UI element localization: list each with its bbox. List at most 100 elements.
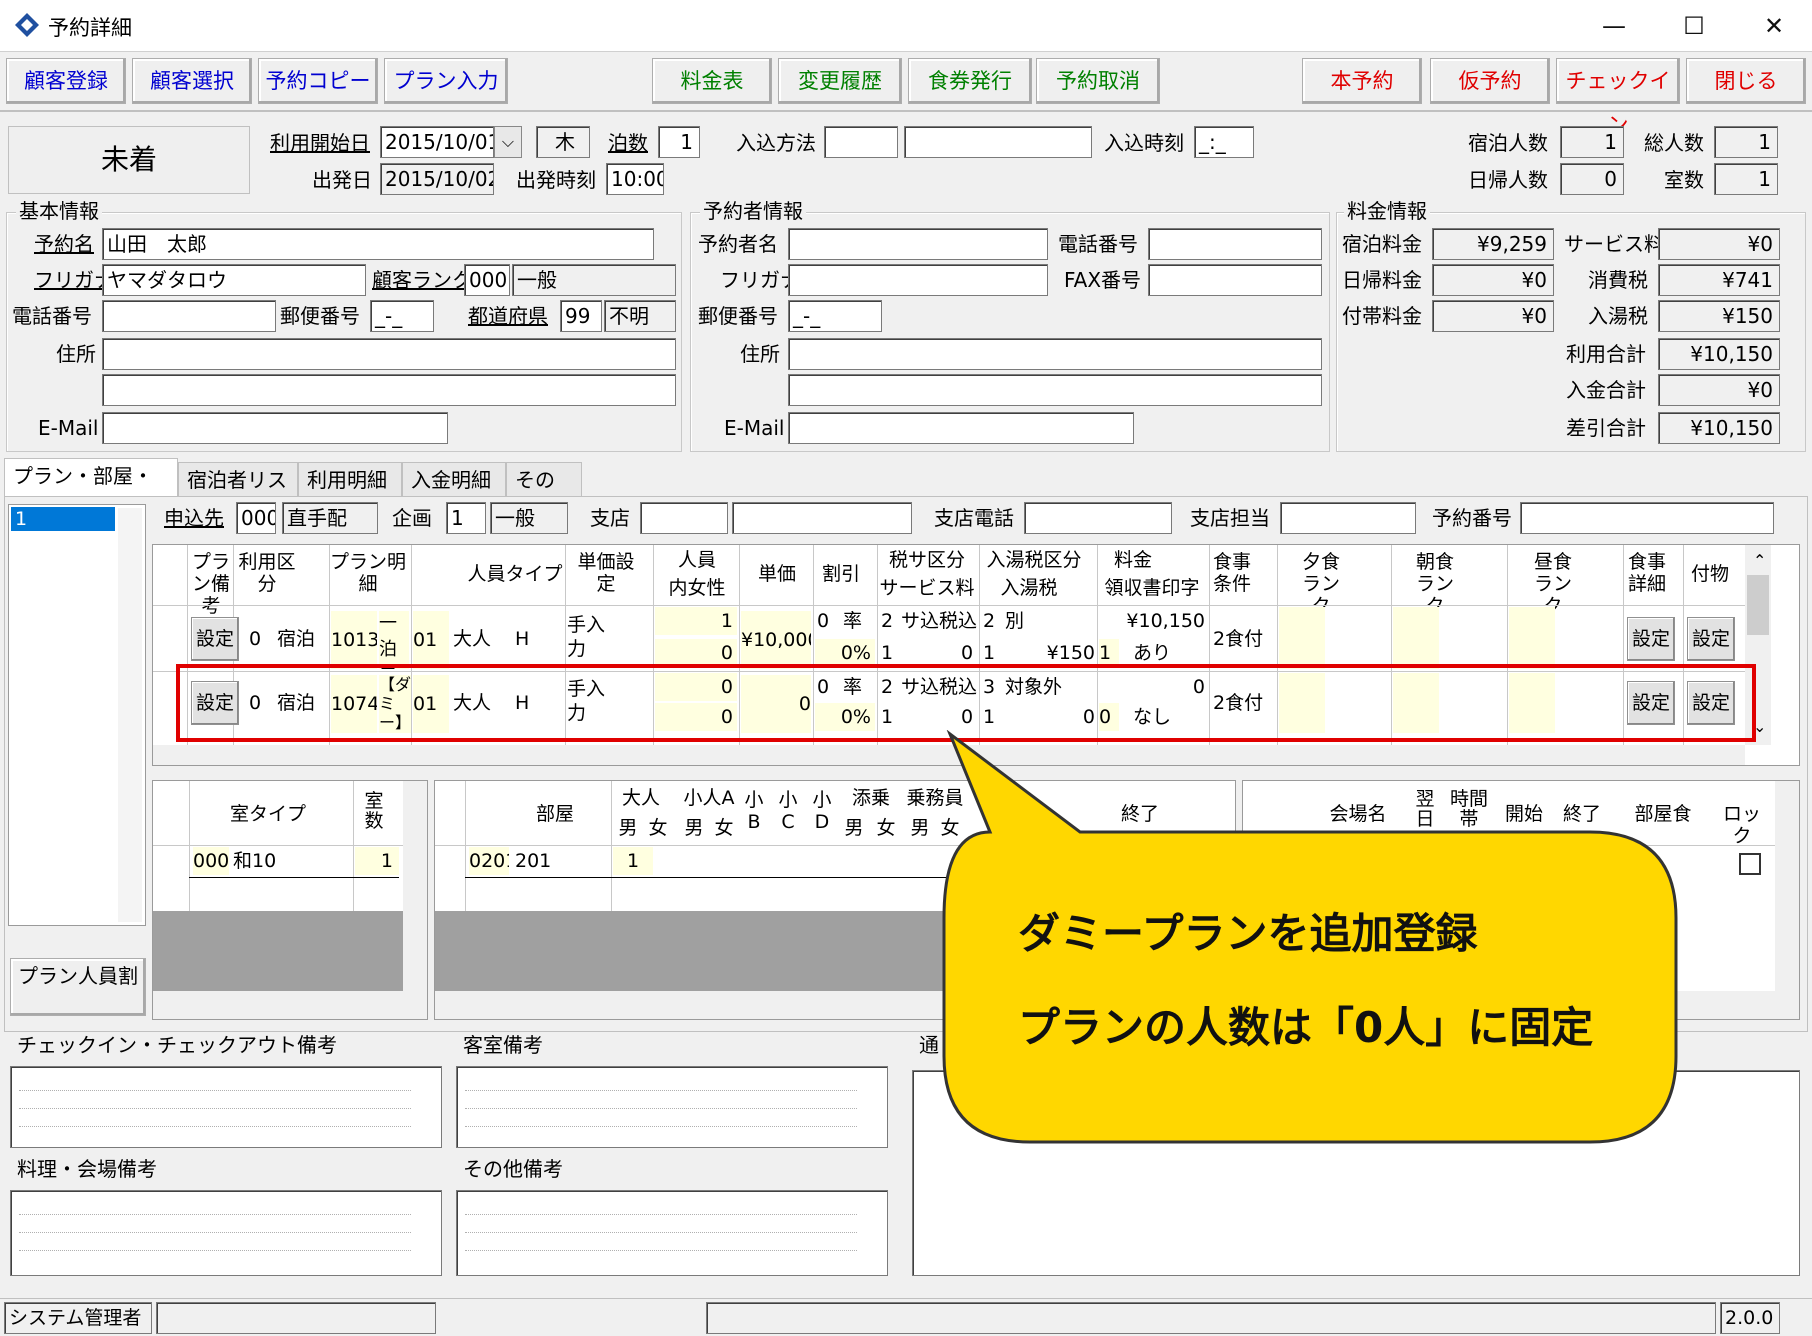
booker-name-field[interactable] xyxy=(788,228,1048,260)
tab-other[interactable]: その他 xyxy=(506,462,582,526)
branch-code[interactable] xyxy=(640,502,728,534)
start-date-field[interactable]: 2015/10/01 xyxy=(380,126,494,158)
status-user: システム管理者 xyxy=(4,1302,152,1334)
col-tenjo-f: 女 xyxy=(876,817,896,839)
minimize-button[interactable]: — xyxy=(1584,6,1644,46)
plan-note-set-button[interactable]: 設定 xyxy=(191,617,239,661)
person-type-code[interactable]: 01 xyxy=(413,611,449,669)
entry-method-name[interactable] xyxy=(904,126,1092,158)
meal-value[interactable]: 2食付 xyxy=(1213,625,1263,653)
booking-name-field[interactable]: 山田 太郎 xyxy=(102,228,654,260)
paid-total-label: 入金合計 xyxy=(1566,378,1646,402)
room-type-code[interactable]: 000 xyxy=(193,847,229,875)
booking-no-field[interactable] xyxy=(1520,502,1774,534)
plan-split-button[interactable]: プラン人員割 xyxy=(10,958,146,1016)
stay-count-field: 1 xyxy=(1560,126,1624,158)
booker-address-field-1[interactable] xyxy=(788,338,1322,370)
extra-set-button[interactable]: 設定 xyxy=(1687,617,1735,661)
people-value[interactable]: 1 xyxy=(655,607,737,635)
price-set-value[interactable]: 手入力 xyxy=(567,613,611,661)
chevron-up-icon[interactable]: ⌃ xyxy=(1753,551,1766,570)
room-type-hscrollbar[interactable] xyxy=(153,991,403,1019)
kana-field[interactable]: ヤマダタロウ xyxy=(102,264,366,296)
customer-select-button[interactable]: 顧客選択 xyxy=(132,58,252,104)
customer-register-button[interactable]: 顧客登録 xyxy=(6,58,126,104)
address-field-2[interactable] xyxy=(102,374,676,406)
chevron-down-icon[interactable]: ⌵ xyxy=(494,126,522,158)
tab-usage-detail[interactable]: 利用明細 xyxy=(298,462,402,496)
use-code: 0 xyxy=(249,628,262,650)
date-list-scrollbar[interactable] xyxy=(118,508,142,922)
address-field-1[interactable] xyxy=(102,338,676,370)
room-type-count[interactable]: 1 xyxy=(355,847,399,875)
tab-payment-detail[interactable]: 入金明細 xyxy=(402,462,506,496)
discount-value[interactable]: 0 xyxy=(817,607,829,635)
lock-checkbox[interactable] xyxy=(1739,853,1761,875)
meal-ticket-button[interactable]: 食券発行 xyxy=(908,58,1032,104)
room-code[interactable]: 0201 xyxy=(469,847,509,875)
applicant-code[interactable]: 000 xyxy=(236,502,276,534)
meal-detail-set-button[interactable]: 設定 xyxy=(1627,617,1675,661)
room-note-field[interactable] xyxy=(456,1066,888,1148)
women-value[interactable]: 0 xyxy=(655,639,737,667)
confirm-booking-button[interactable]: 本予約 xyxy=(1302,58,1422,104)
plan-input-button[interactable]: プラン入力 xyxy=(384,58,508,104)
zip-field[interactable]: _-_ xyxy=(370,300,434,332)
booker-zip-field[interactable]: _-_ xyxy=(788,300,882,332)
bath-flag[interactable]: 1 xyxy=(983,639,995,667)
scroll-thumb[interactable] xyxy=(1747,575,1769,635)
prefecture-code[interactable]: 99 xyxy=(560,300,602,332)
close-button[interactable]: 閉じる xyxy=(1686,58,1806,104)
branch-staff-field[interactable] xyxy=(1280,502,1416,534)
plan-name[interactable]: 一泊二食 xyxy=(379,611,409,669)
venue-scrollbar[interactable] xyxy=(1775,781,1799,991)
close-window-button[interactable]: ✕ xyxy=(1744,6,1804,46)
status-panel-3 xyxy=(706,1302,1716,1334)
breakfast-rank-code[interactable] xyxy=(1393,607,1439,669)
checkin-note-field[interactable] xyxy=(10,1066,442,1148)
room-adult-m[interactable]: 1 xyxy=(613,847,653,875)
booker-address-field-2[interactable] xyxy=(788,374,1322,406)
booker-fax-field[interactable] xyxy=(1148,264,1322,296)
svc-flag[interactable]: 1 xyxy=(881,639,893,667)
branch-tel-field[interactable] xyxy=(1024,502,1172,534)
tab-plan-room-venue[interactable]: プラン・部屋・会場 xyxy=(4,458,178,522)
booker-kana-field[interactable] xyxy=(788,264,1048,296)
tel-field[interactable] xyxy=(102,300,276,332)
price-table-button[interactable]: 料金表 xyxy=(652,58,772,104)
email-field[interactable] xyxy=(102,412,448,444)
tab-guest-list[interactable]: 宿泊者リスト xyxy=(178,462,298,526)
depart-time-field[interactable]: 10:00 xyxy=(606,163,664,195)
plan-split-label: プラン人員割 xyxy=(18,964,138,988)
cook-note-field[interactable] xyxy=(10,1190,442,1276)
maximize-button[interactable]: ☐ xyxy=(1664,6,1724,46)
discount-rate[interactable]: 0% xyxy=(815,639,875,667)
svc-code[interactable]: 2 xyxy=(881,607,893,635)
receipt-code[interactable]: 1 xyxy=(1099,639,1119,667)
branch-staff-label: 支店担当 xyxy=(1190,506,1270,530)
booking-copy-button[interactable]: 予約コピー xyxy=(258,58,378,104)
branch-name[interactable] xyxy=(732,502,912,534)
dinner-rank-code[interactable] xyxy=(1279,607,1325,669)
tentative-booking-button[interactable]: 仮予約 xyxy=(1430,58,1550,104)
unit-price-value[interactable]: ¥10,000 xyxy=(741,611,811,669)
project-code[interactable]: 1 xyxy=(446,502,486,534)
bath-cat-name: 別 xyxy=(1005,610,1025,632)
booker-email-field[interactable] xyxy=(788,412,1134,444)
entry-method-code[interactable] xyxy=(824,126,898,158)
plan-code[interactable]: 1013 xyxy=(331,611,377,669)
note-line xyxy=(465,1197,857,1215)
col-price-set: 単価設定 xyxy=(577,551,635,595)
lunch-rank-code[interactable] xyxy=(1509,607,1555,669)
checkin-button[interactable]: チェックイン xyxy=(1556,58,1680,137)
booking-cancel-button[interactable]: 予約取消 xyxy=(1036,58,1160,104)
booker-tel-field[interactable] xyxy=(1148,228,1322,260)
bath-code[interactable]: 2 xyxy=(983,607,995,635)
date-list-item[interactable]: 1 10/01 xyxy=(11,507,115,554)
other-note-field[interactable] xyxy=(456,1190,888,1276)
room-type-scrollbar[interactable] xyxy=(403,781,427,1019)
customer-rank-code[interactable]: 000 xyxy=(464,264,510,296)
nights-field[interactable]: 1 xyxy=(658,126,700,158)
change-history-button[interactable]: 変更履歴 xyxy=(778,58,902,104)
entry-time-field[interactable]: _:_ xyxy=(1194,126,1254,158)
